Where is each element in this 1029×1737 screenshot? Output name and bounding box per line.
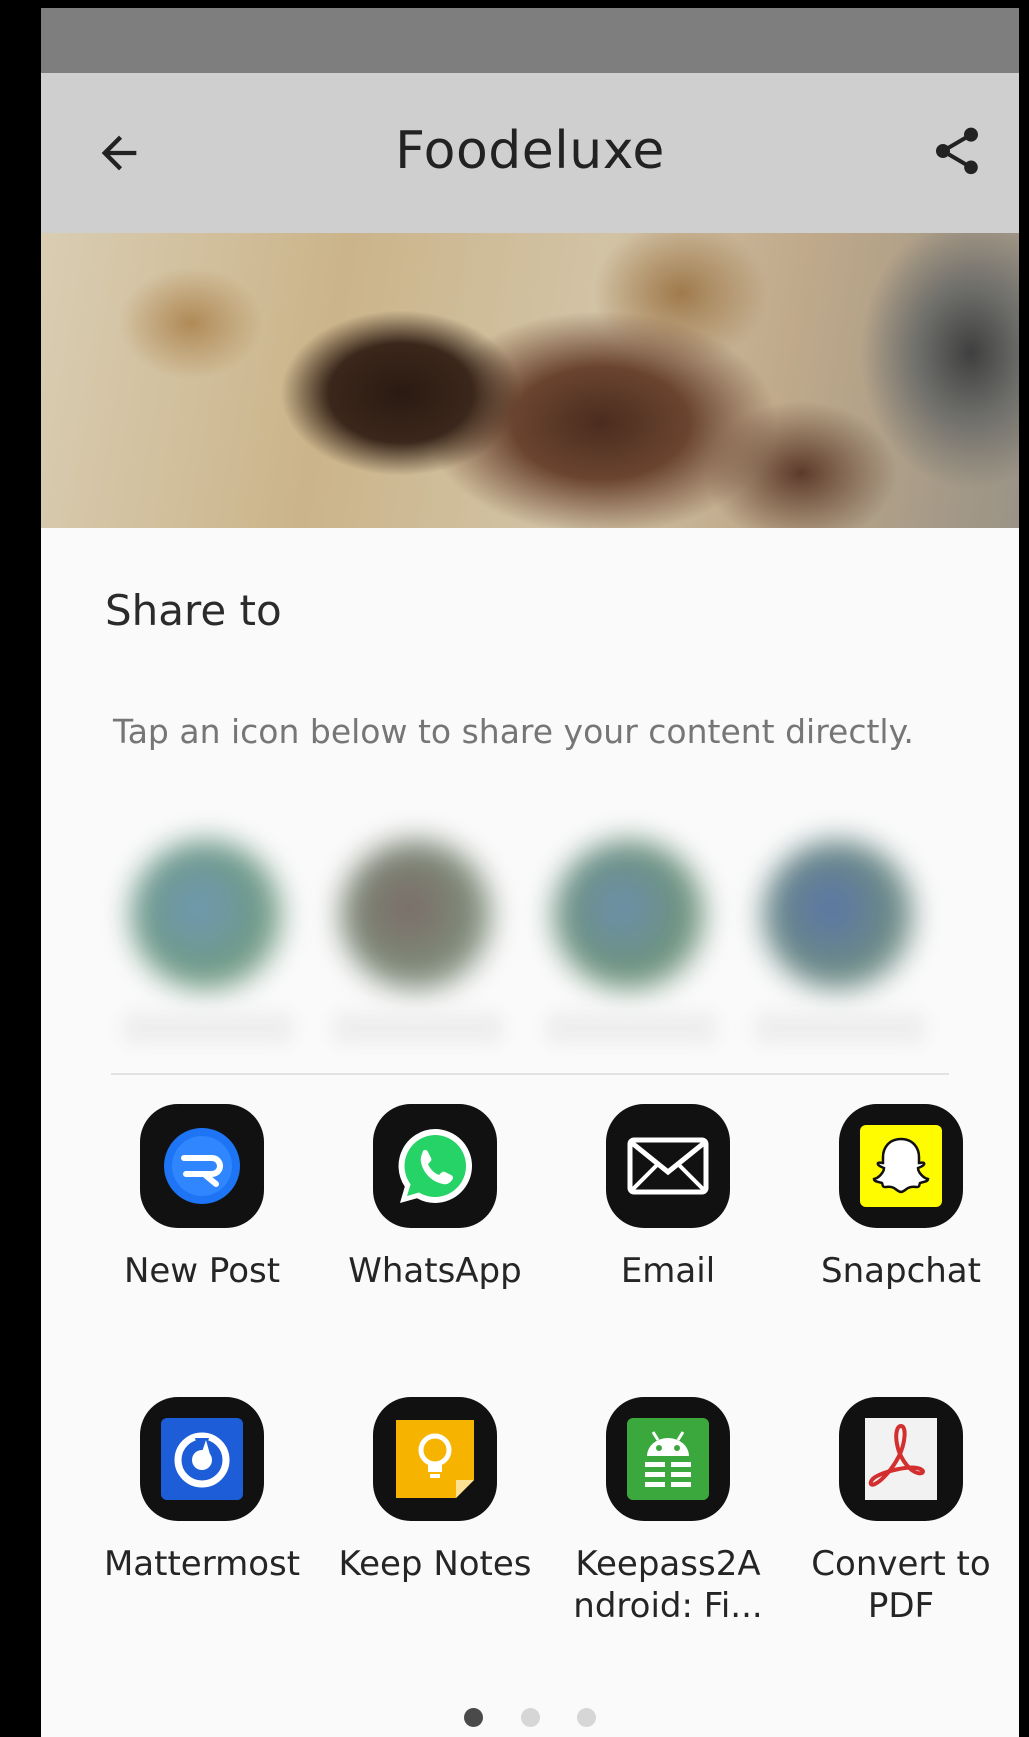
page-title: Foodeluxe (395, 121, 665, 181)
share-app-label: Keepass2A ndroid: Fi... (573, 1544, 763, 1626)
share-app-label: Convert to PDF (811, 1544, 991, 1626)
direct-share-contact[interactable] (341, 840, 491, 990)
direct-share-contact[interactable] (763, 840, 913, 990)
recipe-hero-image (41, 233, 1019, 528)
status-bar (41, 8, 1019, 73)
share-sheet-subtitle: Tap an icon below to share your content … (113, 712, 914, 751)
snapchat-ghost-icon (860, 1125, 942, 1207)
share-app-label: Email (620, 1251, 716, 1291)
share-app-mattermost[interactable]: Mattermost (85, 1397, 319, 1585)
direct-share-contact-name (546, 1012, 716, 1044)
rocketchat-icon (164, 1128, 240, 1204)
share-app-whatsapp[interactable]: WhatsApp (318, 1104, 552, 1292)
share-app-label: WhatsApp (348, 1251, 522, 1291)
keepass-android-icon (627, 1418, 709, 1500)
share-app-label: Keep Notes (338, 1544, 532, 1584)
share-app-label: Snapchat (821, 1251, 981, 1291)
page-dot (520, 1708, 540, 1727)
share-app-label: Mattermost (103, 1544, 301, 1584)
share-sheet: Share to Tap an icon below to share your… (41, 528, 1019, 1737)
screen: Foodeluxe Share to Tap an icon below to … (41, 8, 1019, 1737)
divider (111, 1073, 949, 1075)
share-app-label: New Post (123, 1251, 281, 1291)
envelope-icon (627, 1137, 709, 1195)
pdf-icon (865, 1418, 937, 1500)
direct-share-contact[interactable] (131, 840, 281, 990)
share-app-new-post[interactable]: New Post (85, 1104, 319, 1292)
direct-share-contact-name (333, 1012, 503, 1044)
share-app-keepass2android[interactable]: Keepass2A ndroid: Fi... (551, 1397, 785, 1627)
page-indicator (41, 1708, 1019, 1732)
share-app-snapchat[interactable]: Snapchat (784, 1104, 1018, 1292)
share-app-keep-notes[interactable]: Keep Notes (318, 1397, 552, 1585)
page-dot (576, 1708, 596, 1727)
share-sheet-title: Share to (105, 586, 282, 635)
share-app-email[interactable]: Email (551, 1104, 785, 1292)
share-icon (936, 127, 978, 175)
direct-share-contact-name (123, 1012, 293, 1044)
lightbulb-icon (396, 1420, 474, 1498)
share-app-convert-to-pdf[interactable]: Convert to PDF (784, 1397, 1018, 1627)
mattermost-icon (161, 1418, 243, 1500)
direct-share-contact-name (755, 1012, 925, 1044)
whatsapp-icon (398, 1129, 472, 1203)
direct-share-contact[interactable] (554, 840, 704, 990)
app-bar: Foodeluxe (41, 73, 1019, 233)
share-button[interactable] (921, 115, 993, 187)
page-dot-active (464, 1708, 484, 1727)
direct-share-targets (41, 780, 1019, 1070)
